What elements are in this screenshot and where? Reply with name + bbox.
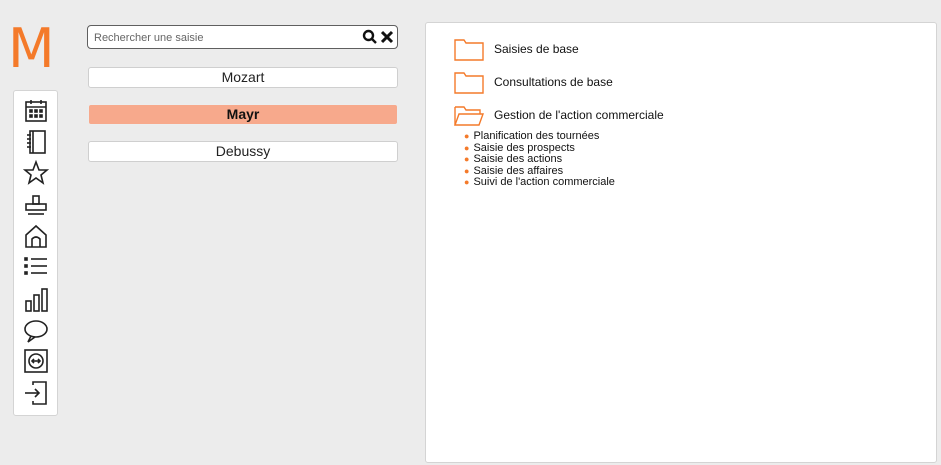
folder-icon (454, 72, 484, 94)
open-folder-icon (454, 106, 484, 126)
database-button-debussy[interactable]: Debussy (88, 141, 398, 162)
clear-icon[interactable] (379, 29, 395, 45)
address-book-icon[interactable] (22, 128, 50, 156)
submenu-item-label: Saisie des affaires (473, 164, 564, 177)
bullet-icon: ● (464, 154, 470, 164)
folder-consultations-de-base[interactable]: Consultations de base (454, 69, 613, 95)
search-input[interactable] (92, 28, 356, 48)
speech-bubble-icon[interactable] (22, 317, 50, 345)
bullet-icon: ● (464, 177, 470, 187)
menu-panel: Saisies de base Consultations de base Ge… (425, 22, 937, 463)
database-button-mayr[interactable]: Mayr (88, 104, 398, 125)
transfer-icon[interactable] (22, 347, 50, 375)
stamp-icon[interactable] (22, 191, 50, 219)
calendar-icon[interactable] (22, 97, 50, 125)
home-icon[interactable] (22, 222, 50, 250)
submenu-item-suivi[interactable]: ● Suivi de l'action commerciale (464, 176, 615, 189)
submenu-item-label: Saisie des actions (473, 153, 563, 165)
submenu-item-label: Suivi de l'action commerciale (473, 176, 615, 188)
logout-icon[interactable] (22, 379, 50, 407)
folder-gestion-action-commerciale[interactable]: Gestion de l'action commerciale (454, 102, 664, 128)
submenu-item-label: Saisie des prospects (473, 141, 575, 154)
search-box (87, 25, 398, 49)
folder-label: Gestion de l'action commerciale (494, 108, 664, 122)
database-button-mozart[interactable]: Mozart (88, 67, 398, 88)
bar-chart-icon[interactable] (22, 286, 50, 314)
folder-saisies-de-base[interactable]: Saisies de base (454, 36, 579, 62)
submenu-item-label: Planification des tournées (473, 130, 600, 142)
app-logo: M (8, 17, 55, 80)
bullet-icon: ● (464, 142, 470, 153)
icon-sidebar (13, 90, 58, 416)
bullet-icon: ● (464, 131, 470, 141)
folder-label: Consultations de base (494, 75, 613, 89)
search-icon[interactable] (362, 29, 378, 45)
folder-label: Saisies de base (494, 42, 579, 56)
star-icon[interactable] (22, 159, 50, 187)
bullet-icon: ● (464, 165, 470, 176)
submenu-list: ● Planification des tournées ● Saisie des … (464, 130, 615, 189)
folder-icon (454, 39, 484, 61)
list-icon[interactable] (22, 253, 50, 281)
